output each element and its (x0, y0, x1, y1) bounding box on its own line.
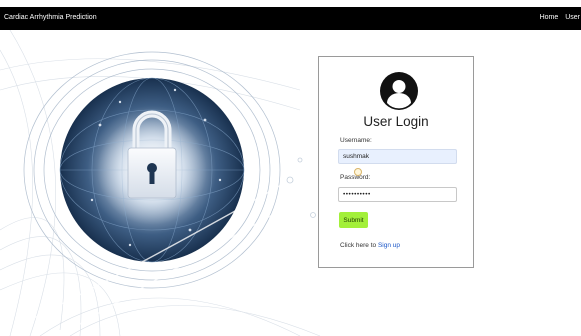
security-illustration (0, 30, 321, 336)
user-avatar-icon (380, 72, 418, 110)
mouse-cursor-indicator (354, 168, 362, 176)
signup-prefix-text: Click here to (340, 242, 378, 249)
signup-prompt: Click here to Sign up (340, 242, 400, 249)
login-card: User Login Username: Password: Submit Cl… (318, 56, 474, 268)
username-label: Username: (340, 137, 372, 144)
username-input[interactable] (338, 149, 457, 164)
login-title: User Login (363, 114, 429, 129)
password-input[interactable] (338, 187, 457, 202)
nav-links: Home User (535, 14, 580, 21)
navbar-brand[interactable]: Cardiac Arrhythmia Prediction (4, 14, 97, 21)
top-strip (0, 0, 581, 7)
nav-link-home[interactable]: Home (540, 14, 559, 21)
hero-background (0, 30, 581, 336)
nav-link-user[interactable]: User (565, 14, 580, 21)
page: Cardiac Arrhythmia Prediction Home User (0, 0, 581, 336)
submit-button[interactable]: Submit (339, 212, 368, 228)
navbar: Cardiac Arrhythmia Prediction Home User (0, 7, 581, 30)
signup-link[interactable]: Sign up (378, 242, 400, 249)
